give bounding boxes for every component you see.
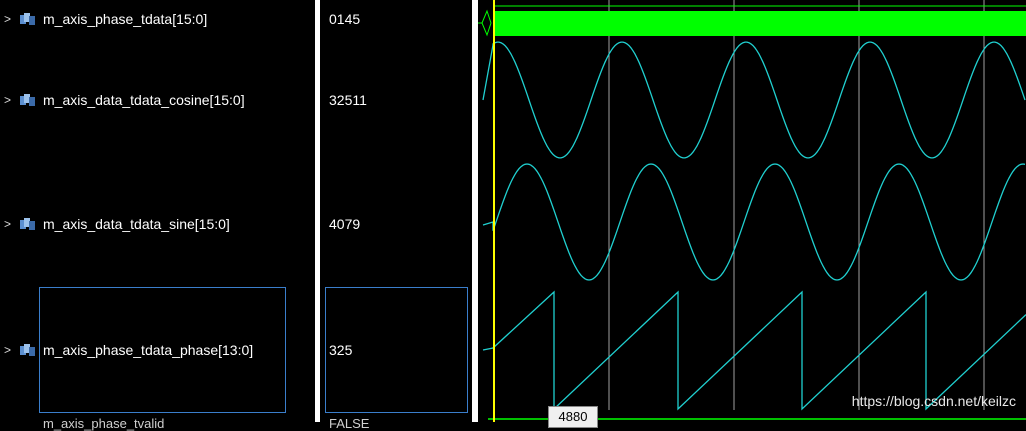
value-row-cosine: 32511	[320, 90, 472, 110]
partial-signal-value: FALSE	[329, 416, 370, 431]
signal-row-phase-tdata[interactable]: > m_axis_phase_tdata[15:0]	[0, 9, 315, 29]
signal-name: m_axis_phase_tdata_phase[13:0]	[43, 342, 254, 358]
signal-value: 4079	[329, 216, 361, 232]
partial-signal-name[interactable]: m_axis_phase_tvalid	[43, 416, 164, 431]
expand-chevron-icon[interactable]: >	[4, 217, 11, 231]
signal-row-phase[interactable]: > m_axis_phase_tdata_phase[13:0]	[0, 340, 315, 360]
signal-name: m_axis_phase_tdata[15:0]	[43, 11, 208, 27]
bus-waveform-phase-tdata[interactable]	[478, 5, 1026, 37]
signal-name: m_axis_data_tdata_cosine[15:0]	[43, 92, 245, 108]
expand-chevron-icon[interactable]: >	[4, 12, 11, 26]
analog-waveform-phase[interactable]	[482, 290, 1026, 411]
cursor-time-label: 4880	[548, 406, 598, 428]
signal-value: 0145	[329, 11, 361, 27]
bus-signal-icon	[20, 13, 35, 25]
signal-value-panel: 0145 32511 4079 325 FALSE	[320, 0, 472, 431]
waveform-canvas[interactable]	[478, 0, 1026, 422]
signal-value: 32511	[329, 92, 367, 108]
waveform-panel[interactable]: 4880 https://blog.csdn.net/keilzc	[478, 0, 1026, 428]
signal-value: 325	[329, 342, 353, 358]
analog-waveform-cosine[interactable]	[482, 41, 1026, 159]
signal-row-cosine[interactable]: > m_axis_data_tdata_cosine[15:0]	[0, 90, 315, 110]
bus-signal-icon	[20, 344, 35, 356]
value-row-sine: 4079	[320, 214, 472, 234]
time-gridlines	[608, 0, 985, 410]
expand-chevron-icon[interactable]: >	[4, 343, 11, 357]
value-row-phase-tdata: 0145	[320, 9, 472, 29]
bus-signal-icon	[20, 218, 35, 230]
expand-chevron-icon[interactable]: >	[4, 93, 11, 107]
signal-name: m_axis_data_tdata_sine[15:0]	[43, 216, 230, 232]
signal-name-panel: > m_axis_phase_tdata[15:0] > m_axis_data…	[0, 0, 315, 431]
signal-row-sine[interactable]: > m_axis_data_tdata_sine[15:0]	[0, 214, 315, 234]
bus-value-fill	[495, 11, 1026, 36]
analog-waveform-sine[interactable]	[482, 163, 1026, 281]
bus-signal-icon	[20, 94, 35, 106]
value-row-phase: 325	[320, 340, 472, 360]
watermark-text: https://blog.csdn.net/keilzc	[851, 393, 1016, 409]
bus-transition	[478, 9, 492, 37]
